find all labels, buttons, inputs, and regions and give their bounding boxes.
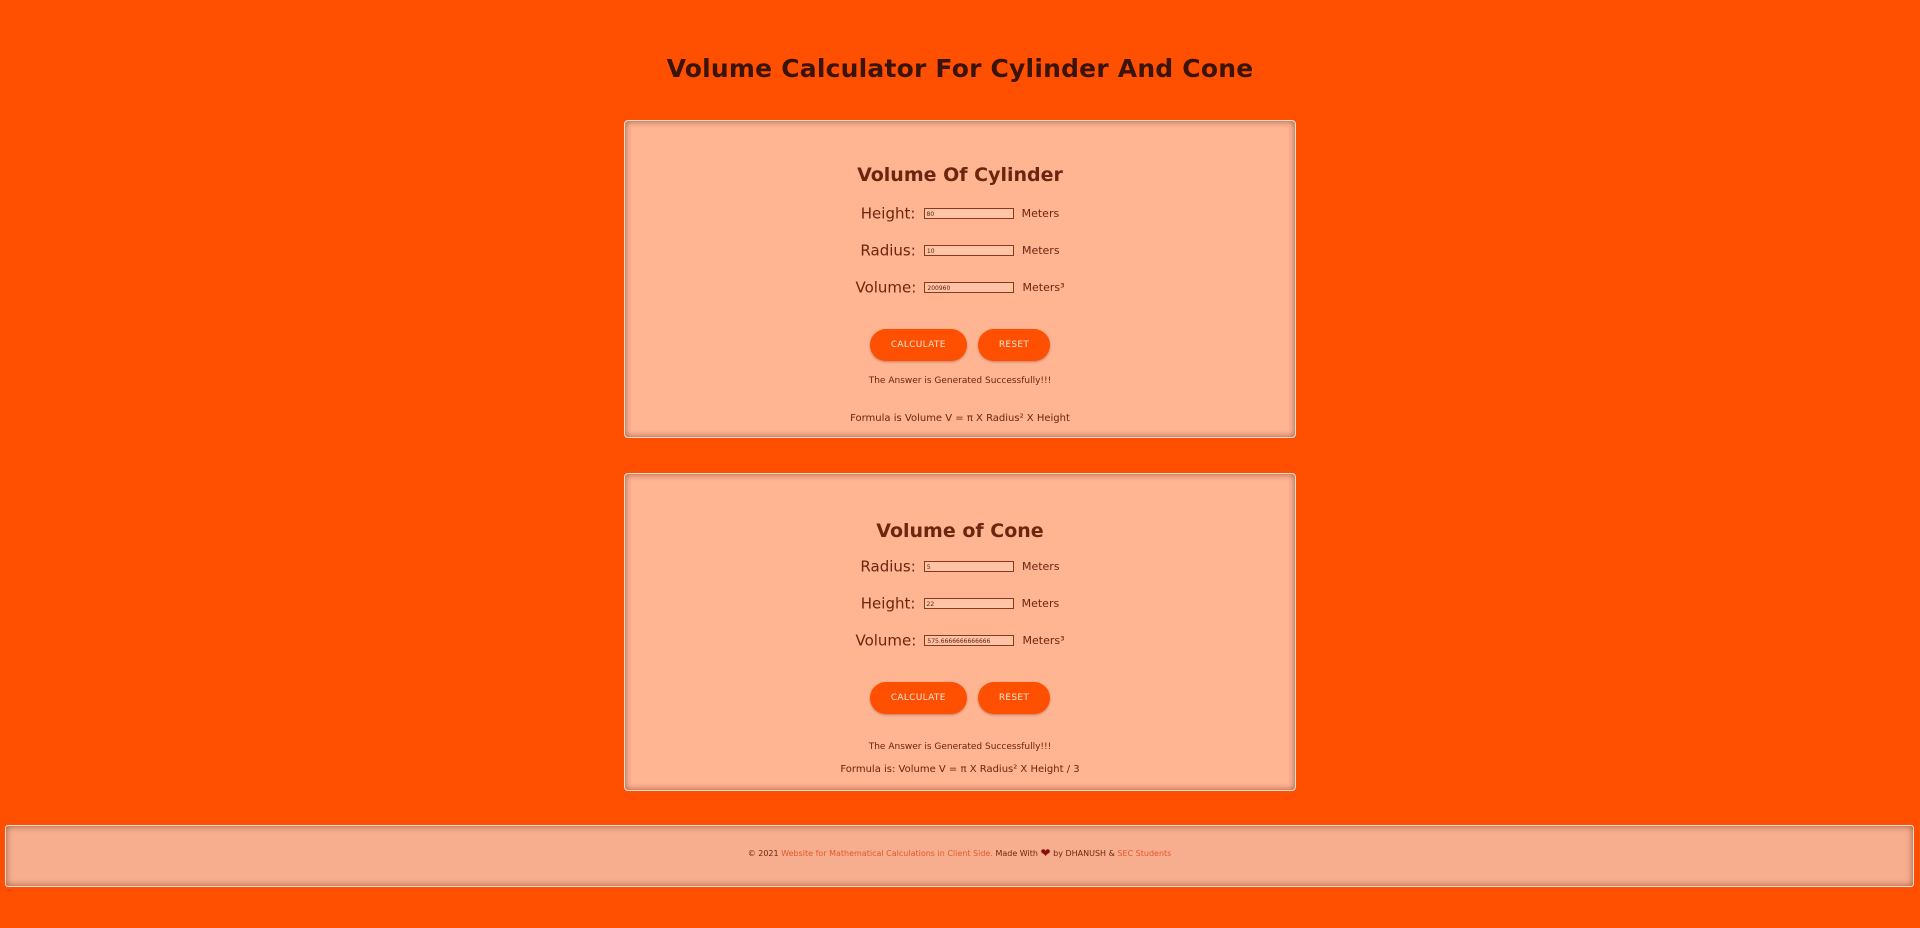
cylinder-radius-input[interactable]: 10 [923, 245, 1014, 256]
cone-height-unit: Meters [1021, 596, 1060, 610]
cylinder-calculator-card: Volume Of Cylinder Height: 80 Meters Rad… [624, 120, 1296, 438]
footer-students-link[interactable]: SEC Students [1117, 849, 1171, 858]
cone-calculator-card: Volume of Cone Radius: 5 Meters Height: … [624, 473, 1296, 791]
cone-radius-input[interactable]: 5 [923, 561, 1014, 572]
cone-volume-unit: Meters³ [1022, 633, 1065, 647]
cylinder-radius-unit: Meters [1021, 243, 1060, 257]
cone-card-title: Volume of Cone [876, 520, 1044, 542]
cone-button-row: CALCULATE RESET [625, 682, 1295, 714]
footer-site-link[interactable]: Website for Mathematical Calculations in… [781, 849, 993, 858]
cylinder-card-title: Volume Of Cylinder [857, 164, 1063, 186]
cone-radius-label: Radius: [860, 557, 916, 576]
cylinder-volume-output[interactable]: 200960 [924, 282, 1015, 293]
cylinder-radius-label: Radius: [860, 241, 916, 260]
cone-reset-button[interactable]: RESET [977, 682, 1051, 714]
cone-radius-row: Radius: 5 Meters [625, 555, 1295, 577]
cone-height-input[interactable]: 22 [923, 598, 1014, 609]
cylinder-height-input[interactable]: 80 [923, 208, 1014, 219]
footer-copyright: © 2021 [747, 849, 779, 858]
footer-by-text: by DHANUSH & [1053, 849, 1115, 858]
cylinder-volume-unit: Meters³ [1022, 280, 1065, 294]
cylinder-volume-row: Volume: 200960 Meters³ [625, 276, 1295, 298]
page: Volume Calculator For Cylinder And Cone … [0, 0, 1920, 928]
cone-volume-label: Volume: [855, 631, 917, 650]
heart-icon: ❤ [1040, 846, 1051, 860]
cone-height-row: Height: 22 Meters [625, 592, 1295, 614]
corner-mark: ... [6, 886, 12, 893]
cone-volume-row: Volume: 575.6666666666666 Meters³ [625, 629, 1295, 651]
page-title: Volume Calculator For Cylinder And Cone [666, 54, 1254, 83]
cone-radius-unit: Meters [1021, 559, 1060, 573]
cylinder-reset-button[interactable]: RESET [977, 329, 1051, 361]
cone-height-label: Height: [860, 594, 916, 613]
cylinder-status-message: The Answer is Generated Successfully!!! [868, 376, 1052, 386]
footer-made-with: Made With [995, 849, 1038, 858]
cylinder-calculate-button[interactable]: CALCULATE [869, 329, 967, 361]
cone-formula-text: Formula is: Volume V = π X Radius² X Hei… [840, 764, 1080, 775]
footer: © 2021 Website for Mathematical Calculat… [5, 825, 1914, 887]
cylinder-height-unit: Meters [1021, 206, 1060, 220]
cylinder-height-row: Height: 80 Meters [625, 202, 1295, 224]
cone-volume-output[interactable]: 575.6666666666666 [924, 635, 1015, 646]
cylinder-formula-text: Formula is Volume V = π X Radius² X Heig… [850, 413, 1070, 424]
cylinder-button-row: CALCULATE RESET [625, 329, 1295, 361]
cone-status-message: The Answer is Generated Successfully!!! [868, 742, 1052, 752]
footer-credit-line: © 2021 Website for Mathematical Calculat… [6, 846, 1913, 860]
cone-calculate-button[interactable]: CALCULATE [869, 682, 967, 714]
cylinder-volume-label: Volume: [855, 278, 917, 297]
cylinder-radius-row: Radius: 10 Meters [625, 239, 1295, 261]
cylinder-height-label: Height: [860, 204, 916, 223]
